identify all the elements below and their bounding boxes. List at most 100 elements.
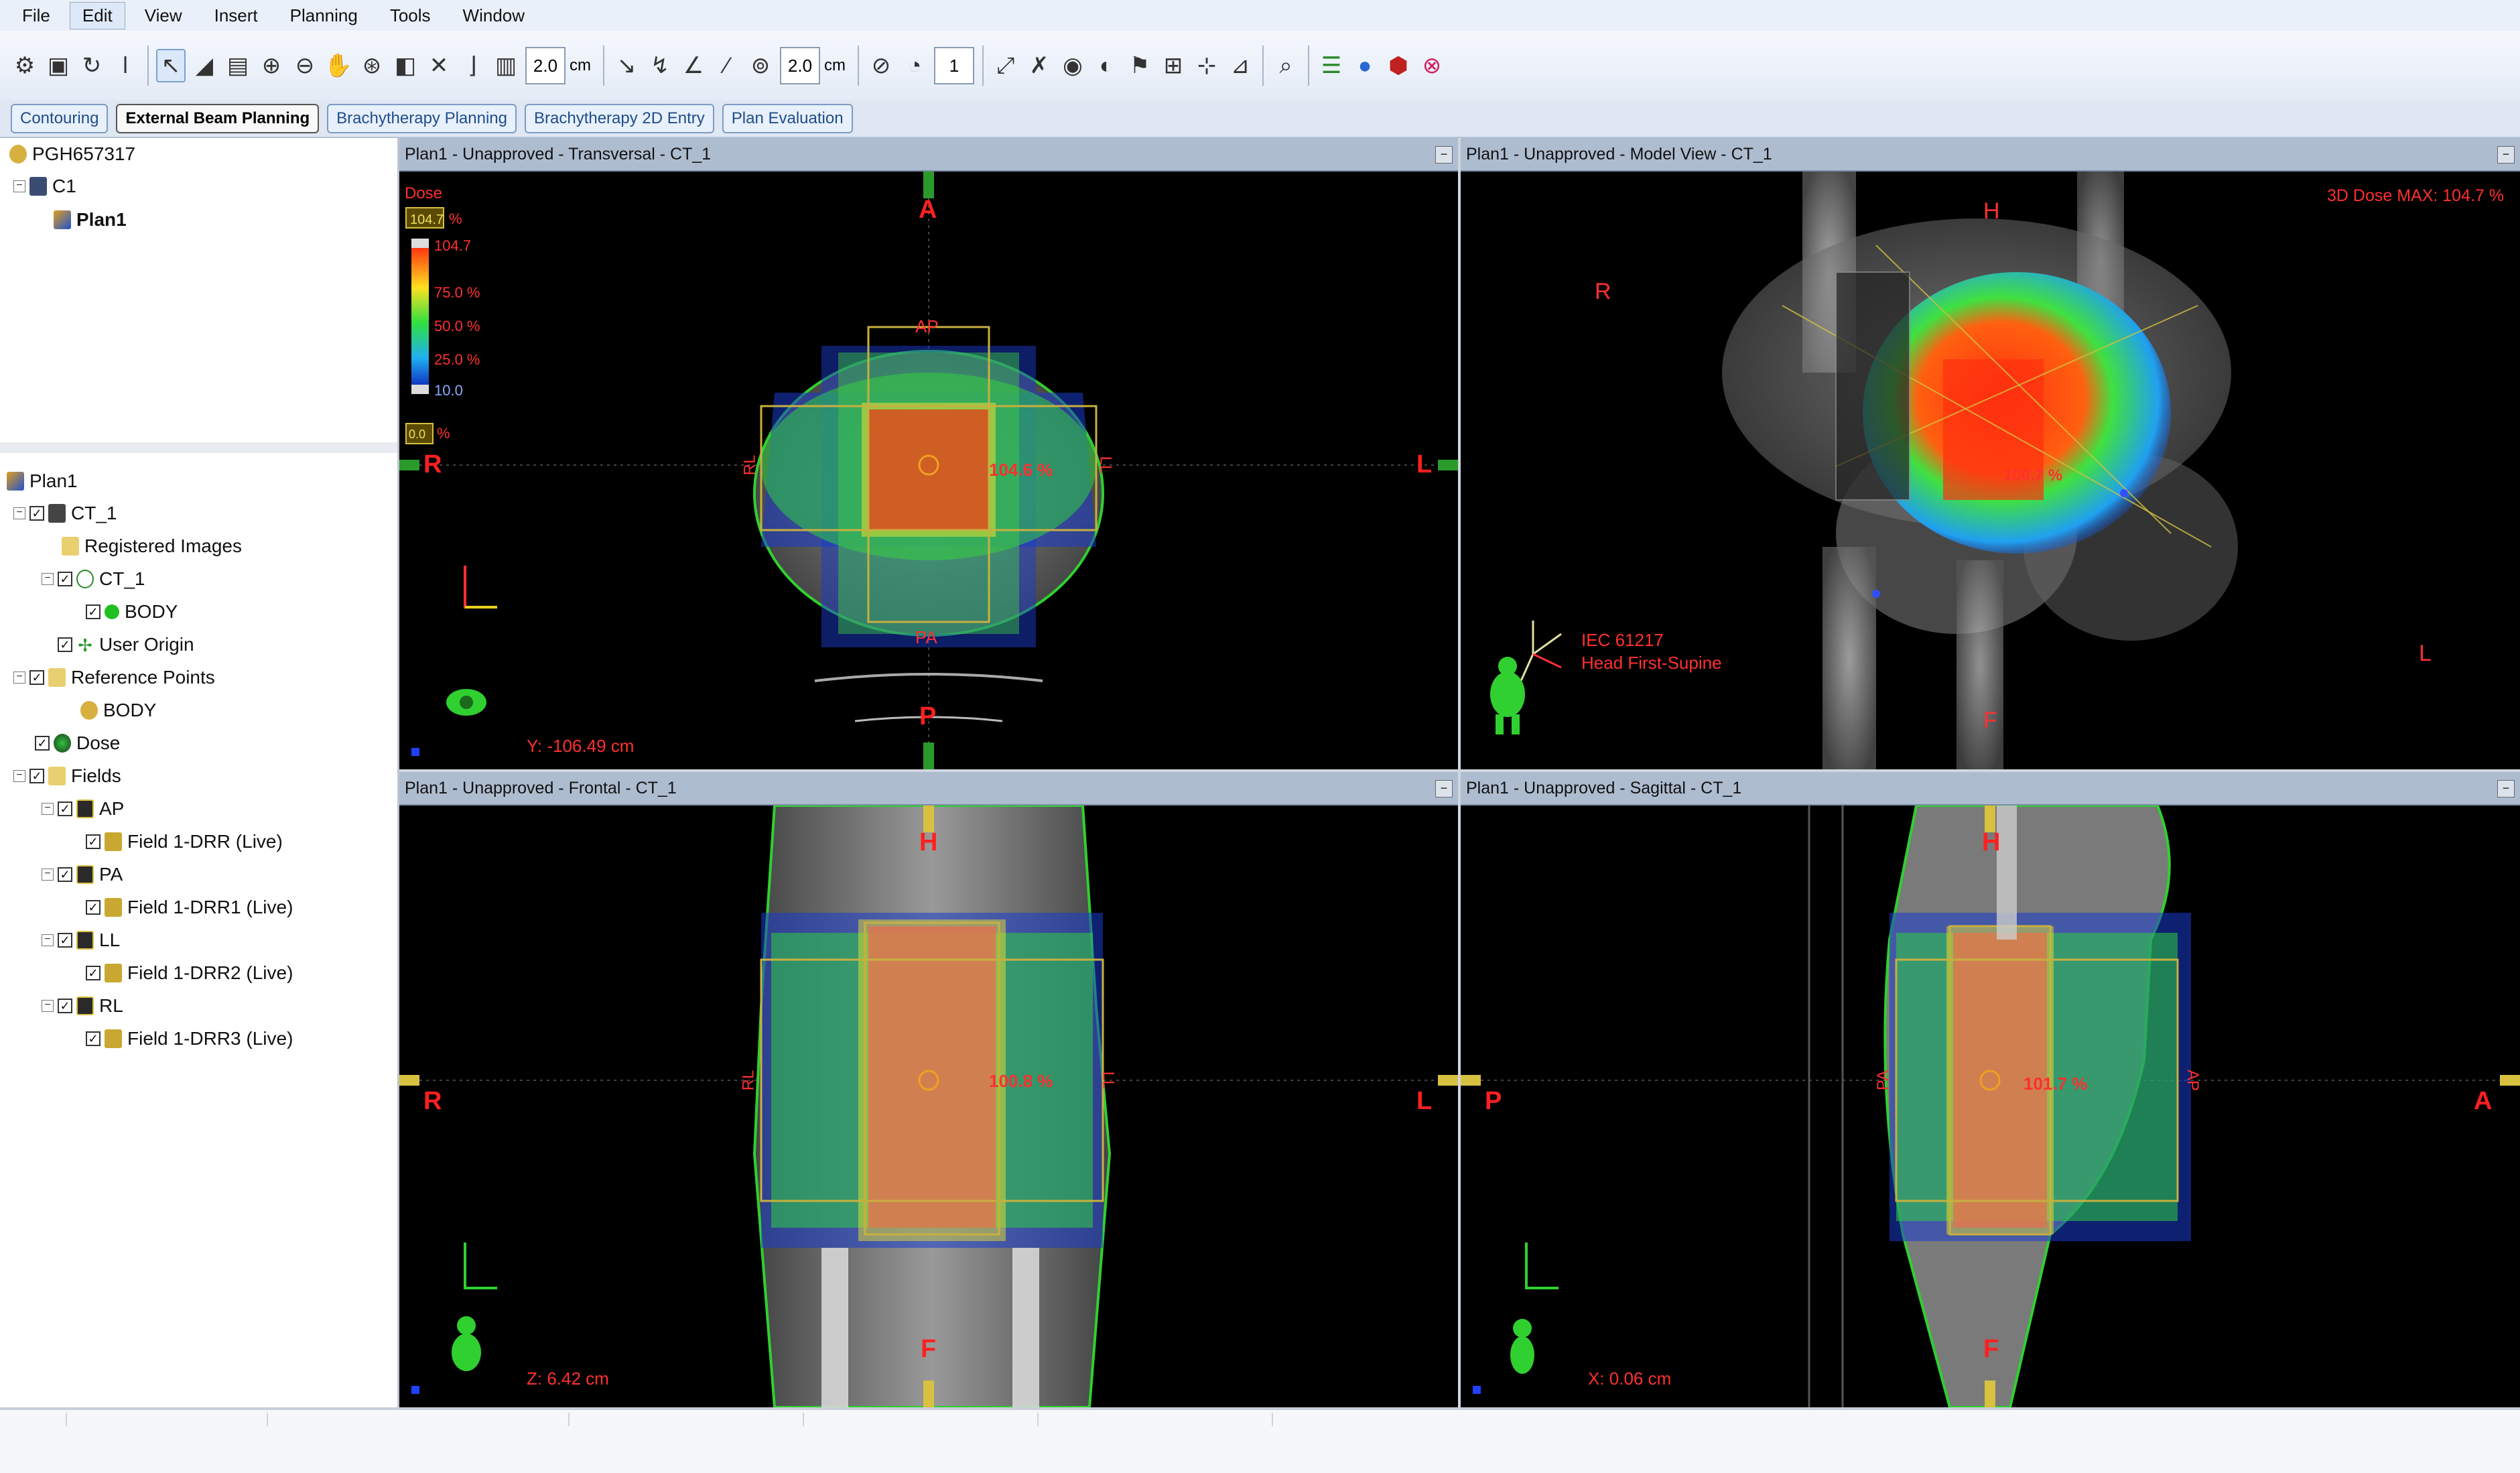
zoom-in-icon[interactable]: ⊕ <box>257 49 286 82</box>
probe-size-field[interactable]: 2.0 <box>780 47 820 84</box>
tree-item-registered-images[interactable]: Registered Images <box>62 535 242 557</box>
collapse-icon[interactable]: − <box>42 1000 54 1012</box>
visibility-checkbox[interactable]: ✓ <box>86 966 101 980</box>
orientation-handle[interactable] <box>923 743 934 769</box>
grid-icon[interactable]: ▥ <box>491 49 521 82</box>
visibility-checkbox[interactable]: ✓ <box>86 604 101 619</box>
maximize-view-button[interactable]: − <box>2497 146 2515 164</box>
search-icon[interactable]: ⌕ <box>1271 49 1301 82</box>
view-canvas[interactable]: H F P A PA AP 101.7 % X: 0.06 cm <box>1461 804 2520 1407</box>
visibility-checkbox[interactable]: ✓ <box>58 933 72 948</box>
pan-hand-icon[interactable]: ✋ <box>324 49 353 82</box>
mlc-icon[interactable]: ⊞ <box>1158 49 1188 82</box>
tab-brachytherapy-2d-entry[interactable]: Brachytherapy 2D Entry <box>525 104 714 133</box>
distance-icon[interactable]: ↯ <box>645 49 675 82</box>
tree-item-drr-ap[interactable]: ✓ Field 1-DRR (Live) <box>86 831 283 852</box>
tree-item-drr-rl[interactable]: ✓ Field 1-DRR3 (Live) <box>86 1028 293 1049</box>
tree-item-field-ll[interactable]: − ✓ LL <box>42 930 120 951</box>
orientation-handle[interactable] <box>923 172 934 198</box>
tab-contouring[interactable]: Contouring <box>11 104 109 133</box>
visibility-checkbox[interactable]: ✓ <box>58 867 72 882</box>
block-icon[interactable]: ⊹ <box>1192 49 1221 82</box>
tree-item-field-pa[interactable]: − ✓ PA <box>42 864 123 885</box>
tab-plan-evaluation[interactable]: Plan Evaluation <box>722 104 853 133</box>
isocenter-icon[interactable]: ⚑ <box>1125 49 1154 82</box>
line-icon[interactable]: ⁄ <box>712 49 742 82</box>
orientation-handle[interactable] <box>399 460 419 470</box>
tree-item-reference-points[interactable]: − ✓ Reference Points <box>13 667 215 688</box>
collapse-icon[interactable]: − <box>13 671 25 684</box>
visibility-checkbox[interactable]: ✓ <box>58 572 72 586</box>
view-canvas[interactable]: 3D Dose MAX: 104.7 % H F R L IEC 61217 H… <box>1461 172 2520 769</box>
menu-edit[interactable]: Edit <box>69 1 125 29</box>
window-level-icon[interactable]: ◢ <box>190 49 219 82</box>
menu-file[interactable]: File <box>9 2 63 29</box>
zoom-out-icon[interactable]: ⊖ <box>290 49 320 82</box>
view-canvas[interactable]: Dose 104.7 % 104.7 75.0 % 50.0 % 25.0 % … <box>399 172 1458 769</box>
target-icon[interactable]: ⊗ <box>1417 49 1447 82</box>
angle-icon[interactable]: ∠ <box>679 49 708 82</box>
menu-insert[interactable]: Insert <box>202 2 271 29</box>
tree-item-user-origin[interactable]: ✓ ✢ User Origin <box>58 634 194 655</box>
sagittal-view[interactable]: Plan1 - Unapproved - Sagittal - CT_1 − H… <box>1461 772 2520 1407</box>
collapse-icon[interactable]: − <box>13 180 25 192</box>
frontal-view[interactable]: Plan1 - Unapproved - Frontal - CT_1 − H … <box>399 772 1458 1407</box>
rotate-icon[interactable]: ⊛ <box>357 49 387 82</box>
menu-window[interactable]: Window <box>450 2 537 29</box>
crosshair-icon[interactable]: ✕ <box>424 49 454 82</box>
transversal-view[interactable]: Plan1 - Unapproved - Transversal - CT_1 … <box>399 138 1458 769</box>
visibility-checkbox[interactable]: ✓ <box>35 736 50 751</box>
contour-icon[interactable]: ◔ <box>900 49 929 82</box>
tree-item-ct[interactable]: − ✓ CT_1 <box>13 503 117 524</box>
cube-icon[interactable]: ⬢ <box>1384 49 1413 82</box>
beam-icon[interactable]: ⤢ <box>991 49 1020 82</box>
visibility-checkbox[interactable]: ✓ <box>58 637 72 652</box>
visibility-checkbox[interactable]: ✓ <box>86 1031 101 1046</box>
gantry-icon[interactable]: ◉ <box>1058 49 1087 82</box>
tree-item-course[interactable]: − C1 <box>13 176 76 197</box>
tree-item-fields[interactable]: − ✓ Fields <box>13 765 121 787</box>
scale-max-handle[interactable] <box>411 239 429 248</box>
view-canvas[interactable]: H F R L RL LL 100.8 % Z: 6.42 cm <box>399 804 1458 1407</box>
slice-field[interactable]: 1 <box>934 47 974 84</box>
tab-brachytherapy-planning[interactable]: Brachytherapy Planning <box>327 104 517 133</box>
menu-tools[interactable]: Tools <box>377 2 444 29</box>
tree-item-drr-ll[interactable]: ✓ Field 1-DRR2 (Live) <box>86 962 293 984</box>
menu-planning[interactable]: Planning <box>277 2 371 29</box>
select-pointer-icon[interactable]: ↖ <box>156 49 186 82</box>
tab-external-beam-planning[interactable]: External Beam Planning <box>116 104 320 133</box>
tree-item-body[interactable]: ✓ BODY <box>86 601 178 623</box>
visibility-checkbox[interactable]: ✓ <box>29 670 44 685</box>
tree-item-dose[interactable]: ✓ Dose <box>35 732 120 754</box>
collapse-icon[interactable]: − <box>42 934 54 946</box>
info-icon[interactable]: ǀ <box>111 49 140 82</box>
save-icon[interactable]: ▣ <box>44 49 73 82</box>
visibility-checkbox[interactable]: ✓ <box>29 769 44 783</box>
model-view[interactable]: Plan1 - Unapproved - Model View - CT_1 − <box>1461 138 2520 769</box>
visibility-checkbox[interactable]: ✓ <box>29 506 44 521</box>
collapse-icon[interactable]: − <box>42 803 54 815</box>
tree-item-field-ap[interactable]: − ✓ AP <box>42 798 124 820</box>
open-patient-icon[interactable]: ⚙ <box>10 49 40 82</box>
screenshot-icon[interactable]: ▤ <box>223 49 253 82</box>
globe-icon[interactable]: ● <box>1350 49 1380 82</box>
tree-item-structure-set[interactable]: − ✓ CT_1 <box>42 568 145 590</box>
collapse-icon[interactable]: − <box>42 869 54 881</box>
measure-icon[interactable]: ↘ <box>612 49 641 82</box>
bolus-icon[interactable]: ⊿ <box>1225 49 1255 82</box>
layers-icon[interactable]: ☰ <box>1317 49 1346 82</box>
grid-size-field[interactable]: 2.0 <box>525 47 566 84</box>
collapse-icon[interactable]: − <box>13 507 25 519</box>
tree-item-plan1[interactable]: Plan1 <box>7 470 78 492</box>
maximize-view-button[interactable]: − <box>1435 780 1453 797</box>
cut-icon[interactable]: ⊘ <box>866 49 896 82</box>
visibility-checkbox[interactable]: ✓ <box>86 900 101 915</box>
maximize-view-button[interactable]: − <box>1435 146 1453 164</box>
tree-item-patient[interactable]: PGH657317 <box>9 143 135 165</box>
tree-item-field-rl[interactable]: − ✓ RL <box>42 995 123 1017</box>
probe-icon[interactable]: ⊚ <box>746 49 775 82</box>
collapse-icon[interactable]: − <box>13 770 25 782</box>
scale-min-handle[interactable] <box>411 385 429 394</box>
couch-icon[interactable]: ◐ <box>1091 49 1121 82</box>
blend-icon[interactable]: ◧ <box>391 49 420 82</box>
